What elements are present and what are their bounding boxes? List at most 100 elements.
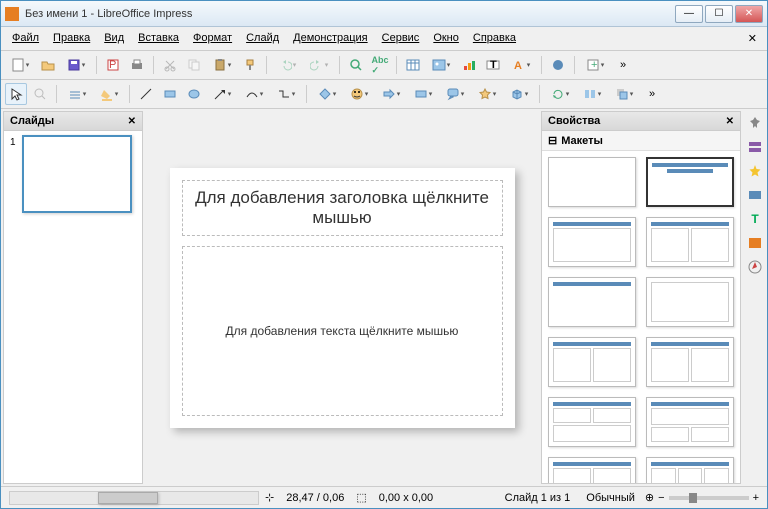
more2-button[interactable]: » xyxy=(641,83,663,105)
ellipse-tool[interactable] xyxy=(183,83,205,105)
sidebar-properties-icon[interactable] xyxy=(745,113,765,133)
export-pdf-button[interactable]: P xyxy=(102,54,124,76)
layout-9[interactable] xyxy=(548,397,636,447)
newslide-button[interactable]: + xyxy=(580,54,610,76)
paste-button[interactable] xyxy=(207,54,237,76)
stars-button[interactable] xyxy=(472,83,502,105)
callout-button[interactable] xyxy=(440,83,470,105)
slides-pane-close-icon[interactable]: ✕ xyxy=(128,116,136,127)
layout-3[interactable] xyxy=(548,217,636,267)
maximize-button[interactable]: ☐ xyxy=(705,5,733,23)
menu-demo[interactable]: Демонстрация xyxy=(286,29,375,48)
arrange-button[interactable] xyxy=(609,83,639,105)
menubar: Файл Правка Вид Вставка Формат Слайд Дем… xyxy=(1,27,767,51)
menu-edit[interactable]: Правка xyxy=(46,29,97,48)
zoom-slider[interactable] xyxy=(669,496,749,500)
menu-tools[interactable]: Сервис xyxy=(375,29,427,48)
menubar-close-icon[interactable]: ✕ xyxy=(742,29,763,48)
position-icon: ⊹ xyxy=(265,491,274,504)
more-button[interactable]: » xyxy=(612,54,634,76)
title-placeholder[interactable]: Для добавления заголовка щёлкните мышью xyxy=(182,180,503,236)
menu-insert[interactable]: Вставка xyxy=(131,29,186,48)
layout-blank[interactable] xyxy=(548,157,636,207)
layout-6[interactable] xyxy=(646,277,734,327)
zoom-out-button[interactable]: − xyxy=(658,492,664,504)
table-button[interactable] xyxy=(402,54,424,76)
sidebar-styles-icon[interactable]: T xyxy=(745,209,765,229)
undo-button[interactable] xyxy=(272,54,302,76)
fit-icon[interactable]: ⊕ xyxy=(645,491,654,504)
redo-button[interactable] xyxy=(304,54,334,76)
slide-thumbnail-1[interactable]: 1 xyxy=(22,135,132,213)
layouts-section-header[interactable]: ⊟ Макеты xyxy=(542,131,740,151)
clone-format-button[interactable] xyxy=(239,54,261,76)
status-mode: Обычный xyxy=(580,492,641,504)
zoom-in-button[interactable]: + xyxy=(753,492,759,504)
flowchart-button[interactable] xyxy=(408,83,438,105)
menu-help[interactable]: Справка xyxy=(466,29,523,48)
sidebar-animation-icon[interactable] xyxy=(745,161,765,181)
workarea: Слайды ✕ 1 Для добавления заголовка щёлк… xyxy=(1,109,767,486)
fontwork-button[interactable]: A xyxy=(506,54,536,76)
sidebar-gallery-icon[interactable] xyxy=(745,233,765,253)
layout-4[interactable] xyxy=(646,217,734,267)
curve-tool[interactable] xyxy=(239,83,269,105)
hyperlink-button[interactable] xyxy=(547,54,569,76)
3d-button[interactable] xyxy=(504,83,534,105)
menu-slide[interactable]: Слайд xyxy=(239,29,286,48)
rotate-button[interactable] xyxy=(545,83,575,105)
connector-tool[interactable] xyxy=(271,83,301,105)
chart-button[interactable] xyxy=(458,54,480,76)
print-button[interactable] xyxy=(126,54,148,76)
line-color-button[interactable] xyxy=(62,83,92,105)
cut-button[interactable] xyxy=(159,54,181,76)
svg-text:A: A xyxy=(514,60,522,72)
save-button[interactable] xyxy=(61,54,91,76)
close-button[interactable]: ✕ xyxy=(735,5,763,23)
fill-color-button[interactable] xyxy=(94,83,124,105)
layout-title-content[interactable] xyxy=(646,157,734,207)
copy-button[interactable] xyxy=(183,54,205,76)
slides-pane-title: Слайды xyxy=(10,115,54,127)
slide-canvas[interactable]: Для добавления заголовка щёлкните мышью … xyxy=(145,109,539,486)
arrow-tool[interactable] xyxy=(207,83,237,105)
sidebar-transition-icon[interactable] xyxy=(745,185,765,205)
layout-8[interactable] xyxy=(646,337,734,387)
layout-5[interactable] xyxy=(548,277,636,327)
block-arrows-button[interactable] xyxy=(376,83,406,105)
layout-12[interactable] xyxy=(646,457,734,483)
properties-pane-close-icon[interactable]: ✕ xyxy=(726,116,734,127)
slide[interactable]: Для добавления заголовка щёлкните мышью … xyxy=(170,168,515,428)
minimize-button[interactable]: — xyxy=(675,5,703,23)
rect-tool[interactable] xyxy=(159,83,181,105)
menu-view[interactable]: Вид xyxy=(97,29,131,48)
image-button[interactable] xyxy=(426,54,456,76)
new-button[interactable] xyxy=(5,54,35,76)
select-tool[interactable] xyxy=(5,83,27,105)
line-tool[interactable] xyxy=(135,83,157,105)
textbox-button[interactable]: T xyxy=(482,54,504,76)
menu-format[interactable]: Формат xyxy=(186,29,239,48)
layout-10[interactable] xyxy=(646,397,734,447)
app-icon xyxy=(5,7,19,21)
layouts-label: Макеты xyxy=(561,135,603,147)
layout-11[interactable] xyxy=(548,457,636,483)
layout-grid xyxy=(542,151,740,483)
find-button[interactable] xyxy=(345,54,367,76)
slides-pane-header: Слайды ✕ xyxy=(4,112,142,131)
basic-shapes-button[interactable] xyxy=(312,83,342,105)
menu-window[interactable]: Окно xyxy=(426,29,466,48)
zoom-tool[interactable] xyxy=(29,83,51,105)
layout-7[interactable] xyxy=(548,337,636,387)
spellcheck-button[interactable]: Abc✓ xyxy=(369,54,391,76)
sidebar-master-icon[interactable] xyxy=(745,137,765,157)
symbol-shapes-button[interactable] xyxy=(344,83,374,105)
menu-file[interactable]: Файл xyxy=(5,29,46,48)
open-button[interactable] xyxy=(37,54,59,76)
horizontal-scrollbar[interactable] xyxy=(9,491,259,505)
content-placeholder[interactable]: Для добавления текста щёлкните мышью xyxy=(182,246,503,416)
svg-text:+: + xyxy=(591,59,597,71)
collapse-icon: ⊟ xyxy=(548,134,557,147)
align-button[interactable] xyxy=(577,83,607,105)
sidebar-navigator-icon[interactable] xyxy=(745,257,765,277)
